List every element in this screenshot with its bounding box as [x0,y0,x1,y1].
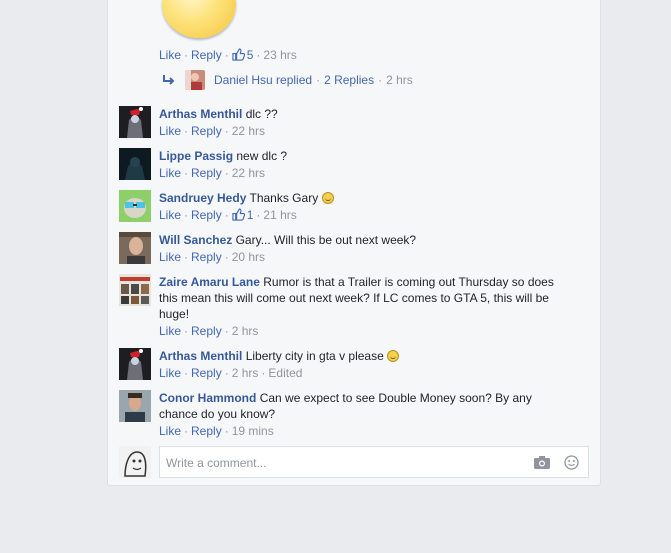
replies-count[interactable]: 2 Replies [324,73,374,87]
avatar[interactable] [185,70,205,90]
like-link[interactable]: Like [159,166,181,180]
comment-author[interactable]: Conor Hammond [159,391,256,405]
like-link[interactable]: Like [159,124,181,138]
comment-input-box[interactable] [159,446,589,478]
thumbs-up-icon [232,48,245,61]
reply-link[interactable]: Reply [191,166,222,180]
avatar[interactable] [119,390,151,422]
emoji-icon[interactable] [564,455,579,470]
like-link[interactable]: Like [159,324,181,338]
comment-text: dlc ?? [245,107,278,121]
comment-time[interactable]: 2 hrs [232,366,259,380]
reply-author[interactable]: Daniel Hsu [214,73,273,87]
comment-time[interactable]: 22 hrs [232,124,265,138]
comment-composer [119,446,589,478]
comment-text: new dlc ? [236,149,288,163]
comment-text: Liberty city in gta v please [245,349,384,363]
reply-arrow-icon [163,75,175,85]
like-count[interactable]: 1 [247,208,254,222]
comment-actions: Like · Reply · 2 hrs [159,324,259,338]
avatar[interactable] [119,190,151,222]
smile-emoji [387,350,400,362]
comment-actions: Like · Reply · 20 hrs [159,250,266,264]
avatar[interactable] [119,348,151,380]
replies-time: 2 hrs [386,73,413,87]
reply-link[interactable]: Reply [191,366,222,380]
comment-author[interactable]: Will Sanchez [159,233,232,247]
like-link[interactable]: Like [159,250,181,264]
comment-time[interactable]: 23 hrs [263,48,296,62]
avatar[interactable] [119,232,151,264]
reply-link[interactable]: Reply [191,124,222,138]
comment-actions: Like · Reply · 22 hrs [159,124,266,138]
comment-actions: Like · Reply · 19 mins [159,424,274,438]
comment-text: Thanks Gary [249,191,319,205]
comment-time[interactable]: 2 hrs [232,324,259,338]
comment-author[interactable]: Lippe Passig [159,149,233,163]
comment-time[interactable]: 19 mins [232,424,274,438]
replied-text: replied [276,73,313,87]
comment-actions: Like · Reply · 22 hrs [159,166,266,180]
avatar[interactable] [119,446,151,478]
comment-author[interactable]: Arthas Menthil [159,107,242,121]
comment-body: Will Sanchez Gary... Will this be out ne… [159,232,569,248]
like-count[interactable]: 5 [247,48,254,62]
comment-body: Sandruey Hedy Thanks Gary [159,190,569,206]
avatar[interactable] [119,274,151,306]
comment-text: Gary... Will this be out next week? [235,233,417,247]
like-link[interactable]: Like [159,424,181,438]
reply-link[interactable]: Reply [191,424,222,438]
comment-body: Zaire Amaru Lane Rumor is that a Trailer… [159,274,569,322]
like-link[interactable]: Like [159,208,181,222]
smile-emoji [321,192,334,204]
thumbs-up-icon [232,208,245,221]
comment-body: Lippe Passig new dlc ? [159,148,569,164]
camera-icon[interactable] [534,456,550,469]
reply-link[interactable]: Reply [191,324,222,338]
like-link[interactable]: Like [159,48,181,62]
comment-author[interactable]: Sandruey Hedy [159,191,246,205]
comment-input[interactable] [166,456,506,470]
top-comment-actions: Like · Reply · 5 · 23 hrs [159,48,297,62]
comment-time[interactable]: 21 hrs [263,208,296,222]
avatar[interactable] [119,106,151,138]
comment-author[interactable]: Arthas Menthil [159,349,242,363]
reply-link[interactable]: Reply [191,208,222,222]
comment-body: Arthas Menthil Liberty city in gta v ple… [159,348,569,364]
comment-actions: Like · Reply · 2 hrs · Edited [159,366,303,380]
comment-author[interactable]: Zaire Amaru Lane [159,275,260,289]
comment-time[interactable]: 22 hrs [232,166,265,180]
edited-label[interactable]: Edited [268,366,302,380]
reply-link[interactable]: Reply [191,48,222,62]
like-link[interactable]: Like [159,366,181,380]
comment-time[interactable]: 20 hrs [232,250,265,264]
comment-actions: Like · Reply · 1 · 21 hrs [159,208,297,222]
replies-summary[interactable]: Daniel Hsu replied · 2 Replies · 2 hrs [161,70,413,90]
comment-body: Conor Hammond Can we expect to see Doubl… [159,390,569,422]
comment-body: Arthas Menthil dlc ?? [159,106,569,122]
reply-link[interactable]: Reply [191,250,222,264]
avatar[interactable] [119,148,151,180]
